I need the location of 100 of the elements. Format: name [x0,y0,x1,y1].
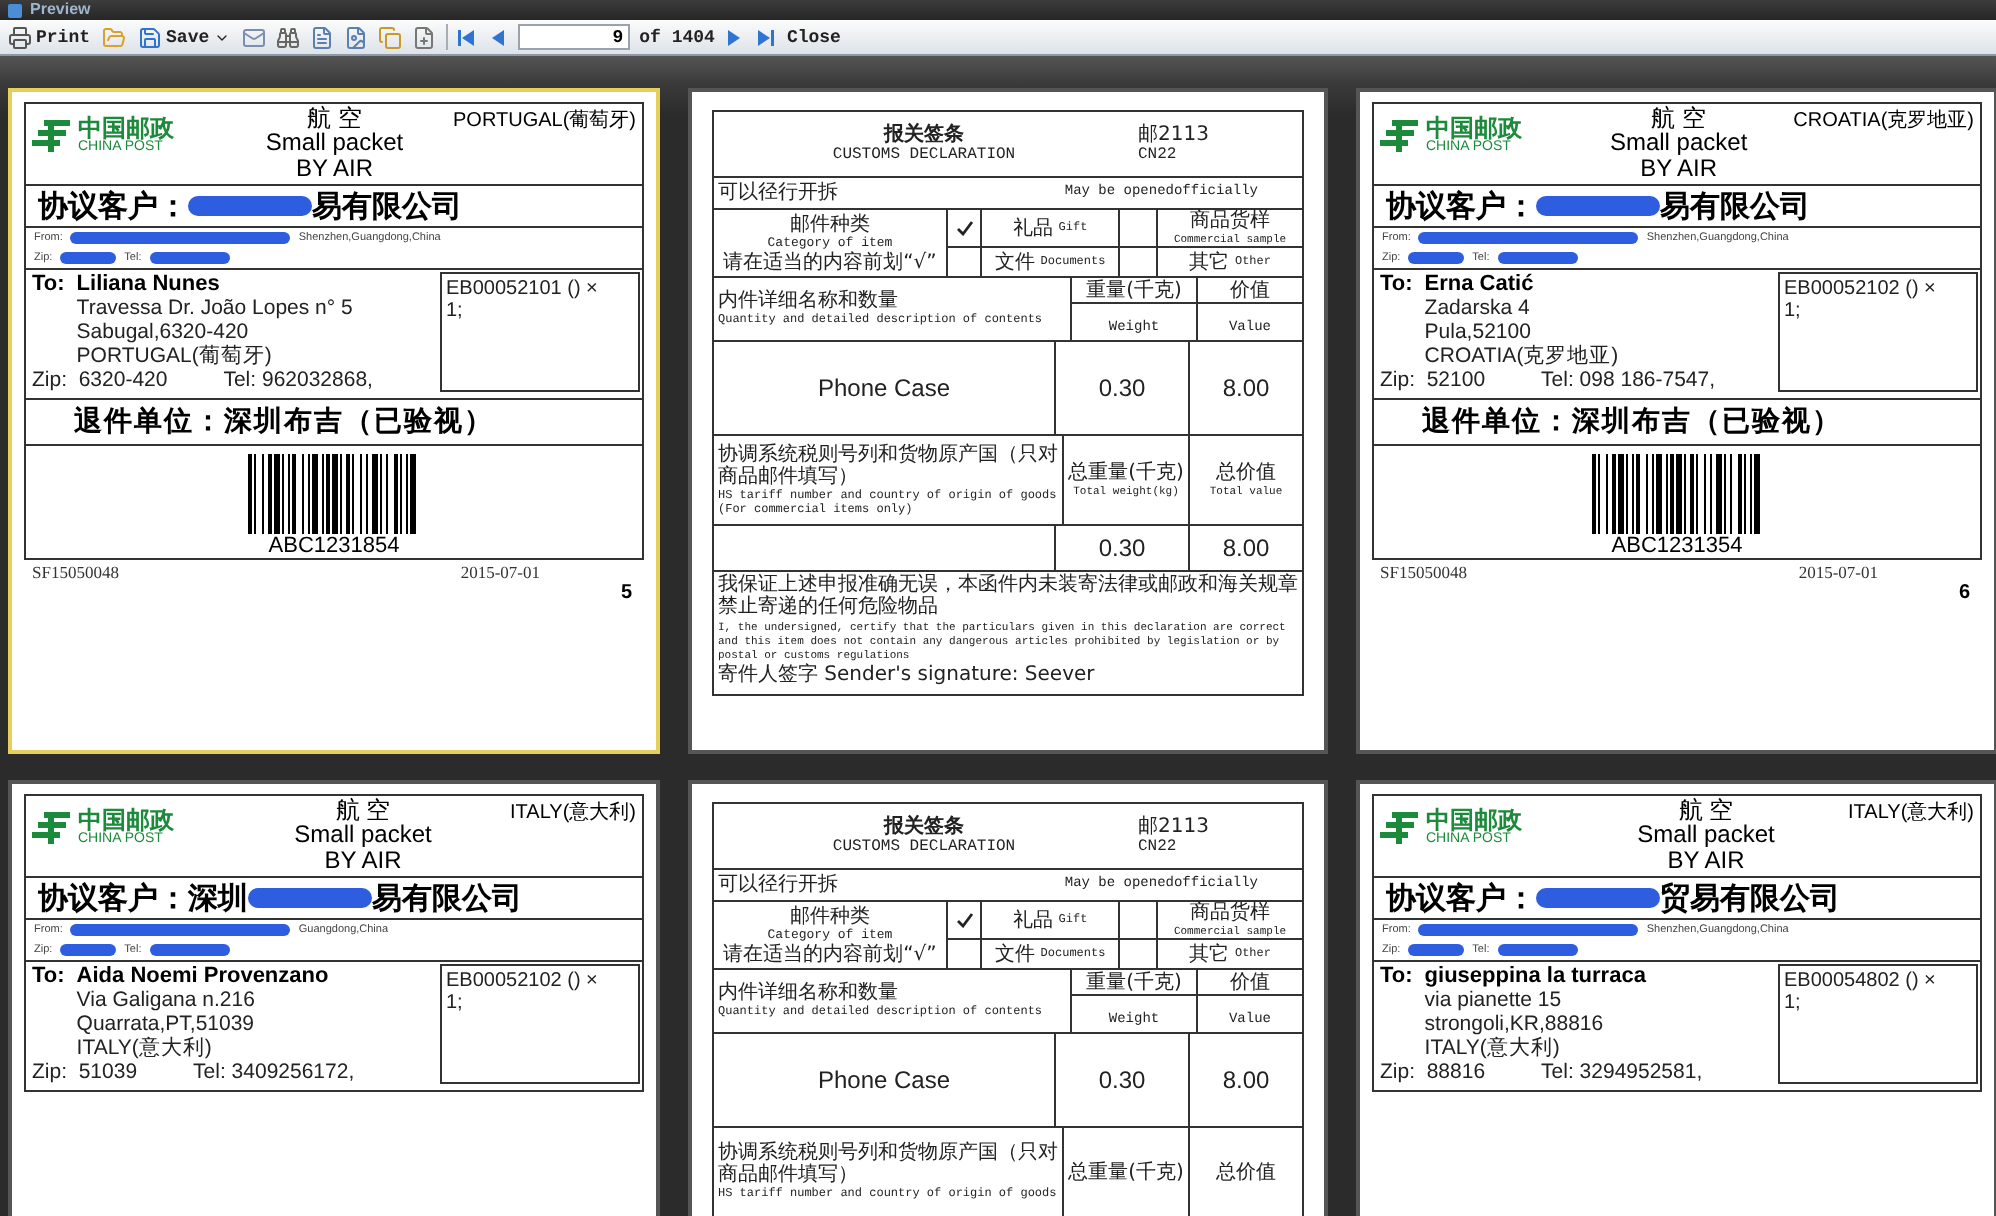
address-line: Pula,52100 [1424,320,1533,344]
item-value: 8.00 [1222,374,1270,402]
form-code-english: CN22 [1138,837,1179,857]
recipient-name: Aida Noemi Provenzano [76,964,329,988]
form-code: 邮2113 [1138,123,1211,146]
customer-label: 协议客户： [1386,879,1536,917]
service-name: Small packet [1609,130,1748,155]
customer-label: 协议客户：深圳 [38,879,248,917]
check-icon [955,912,973,928]
category-option: 文件 [994,943,1035,965]
category-hint: 请在适当的内容前划“√” [723,251,937,273]
next-page-icon[interactable] [724,27,745,47]
address-line: PORTUGAL(葡萄牙) [76,344,274,368]
destination-country: PORTUGAL(葡萄牙) [453,107,636,134]
service-type: BY AIR [324,847,402,872]
save-button[interactable]: Save [136,22,232,52]
item-code: EB00052102 () × [446,970,600,992]
save-icon [138,25,163,49]
total-value-label: 总价值 [1216,1161,1276,1183]
close-button[interactable]: Close [784,22,843,52]
category-label: 邮件种类 [790,905,870,927]
redaction-mark [1497,944,1578,956]
customer-name: 易有限公司 [372,879,522,917]
declaration-text: 我保证上述申报准确无误，本函件内未装寄法律或邮政和海关规章禁止寄递的任何危险物品 [718,574,1298,618]
page-layout-icon[interactable] [309,22,334,52]
category-option: 商品货样 [1190,210,1270,232]
page-number-field[interactable]: 9 [517,24,630,50]
address-line: strongoli,KR,88816 [1424,1012,1606,1036]
china-post-logo-icon [32,810,72,846]
redaction-mark [149,252,230,264]
redaction-mark [248,888,372,908]
form-code: 邮2113 [1138,815,1211,838]
printer-icon [8,25,32,49]
item-code: EB00052101 () × [446,278,600,300]
item-code: 1; [1784,300,1803,322]
page-card[interactable] [1356,88,1996,754]
form-title-english: CUSTOMS DECLARATION [832,145,1016,165]
redaction-mark [60,944,117,956]
redaction-mark [1536,196,1660,216]
first-page-icon[interactable] [457,27,478,47]
recipient-phone: Tel: 3409256172, [193,1060,355,1084]
find-icon[interactable] [275,22,300,52]
recipient-zip: Zip: 6320-420 [32,368,168,392]
customer-name: 贸易有限公司 [1660,879,1840,917]
address-line: ITALY(意大利) [1424,1036,1562,1060]
last-page-icon[interactable] [754,27,775,47]
brand-name: 中国邮政 [78,116,174,140]
address-line: Via Galigana n.216 [76,988,257,1012]
category-option: 礼品 [1012,909,1053,931]
service-name: Small packet [1637,822,1775,847]
item-weight: 0.30 [1098,1066,1146,1094]
add-page-icon[interactable] [411,22,436,52]
open-folder-icon[interactable] [102,22,127,52]
redaction-mark [1408,944,1465,956]
item-code: EB00052102 () × [1784,278,1938,300]
redaction-mark [1408,252,1465,264]
recipient-phone: Tel: 098 186-7547, [1541,368,1716,392]
item-code: EB00054802 () × [1784,970,1938,992]
recipient-name: giuseppina la turraca [1424,964,1646,988]
redaction-mark [1497,252,1578,264]
to-label: To: [1380,964,1413,992]
page-image-icon[interactable] [343,22,368,52]
recipient-zip: Zip: 51039 [32,1060,138,1084]
page-number: 6 [1958,582,1970,604]
destination-country: CROATIA(克罗地亚) [1793,107,1974,134]
brand-name: 中国邮政 [78,808,174,832]
address-line: ITALY(意大利) [76,1036,214,1060]
page-total: of 1404 [639,27,715,47]
item-code: 1; [446,300,465,322]
value-label: 价值 [1230,971,1270,993]
item-code: 1; [1784,992,1803,1014]
to-label: To: [32,964,65,992]
total-weight: 0.30 [1098,534,1146,562]
previous-page-icon[interactable] [487,27,508,47]
address-line: via pianette 15 [1424,988,1564,1012]
category-option: 其它 [1188,251,1229,273]
customer-name: 易有限公司 [312,187,462,225]
weight-label: 重量(千克) [1086,279,1182,301]
category-option: 礼品 [1012,217,1053,239]
recipient-zip: Zip: 88816 [1380,1060,1486,1084]
service-type: BY AIR [1640,155,1718,180]
item-code: 1; [446,992,465,1014]
value-label: 价值 [1230,279,1270,301]
print-button[interactable]: Print [6,22,93,52]
page-card[interactable] [688,88,1328,754]
recipient-zip: Zip: 52100 [1380,368,1486,392]
page-number: 5 [620,582,632,604]
to-label: To: [32,272,65,300]
address-line: Travessa Dr. João Lopes n° 5 [76,296,353,320]
contents-label: 内件详细名称和数量 [718,290,900,313]
opened-notice: 可以径行开拆 [718,182,838,204]
redaction-mark [149,944,230,956]
service-type: BY AIR [1667,847,1745,872]
recipient-phone: Tel: 962032868, [223,368,373,392]
customer-label: 协议客户： [38,187,188,225]
sender-code: SF15050048 [32,562,119,582]
redaction-mark [60,252,117,264]
category-option: 其它 [1188,943,1229,965]
copy-pages-icon[interactable] [377,22,402,52]
service-title: 航 空 [307,106,362,130]
